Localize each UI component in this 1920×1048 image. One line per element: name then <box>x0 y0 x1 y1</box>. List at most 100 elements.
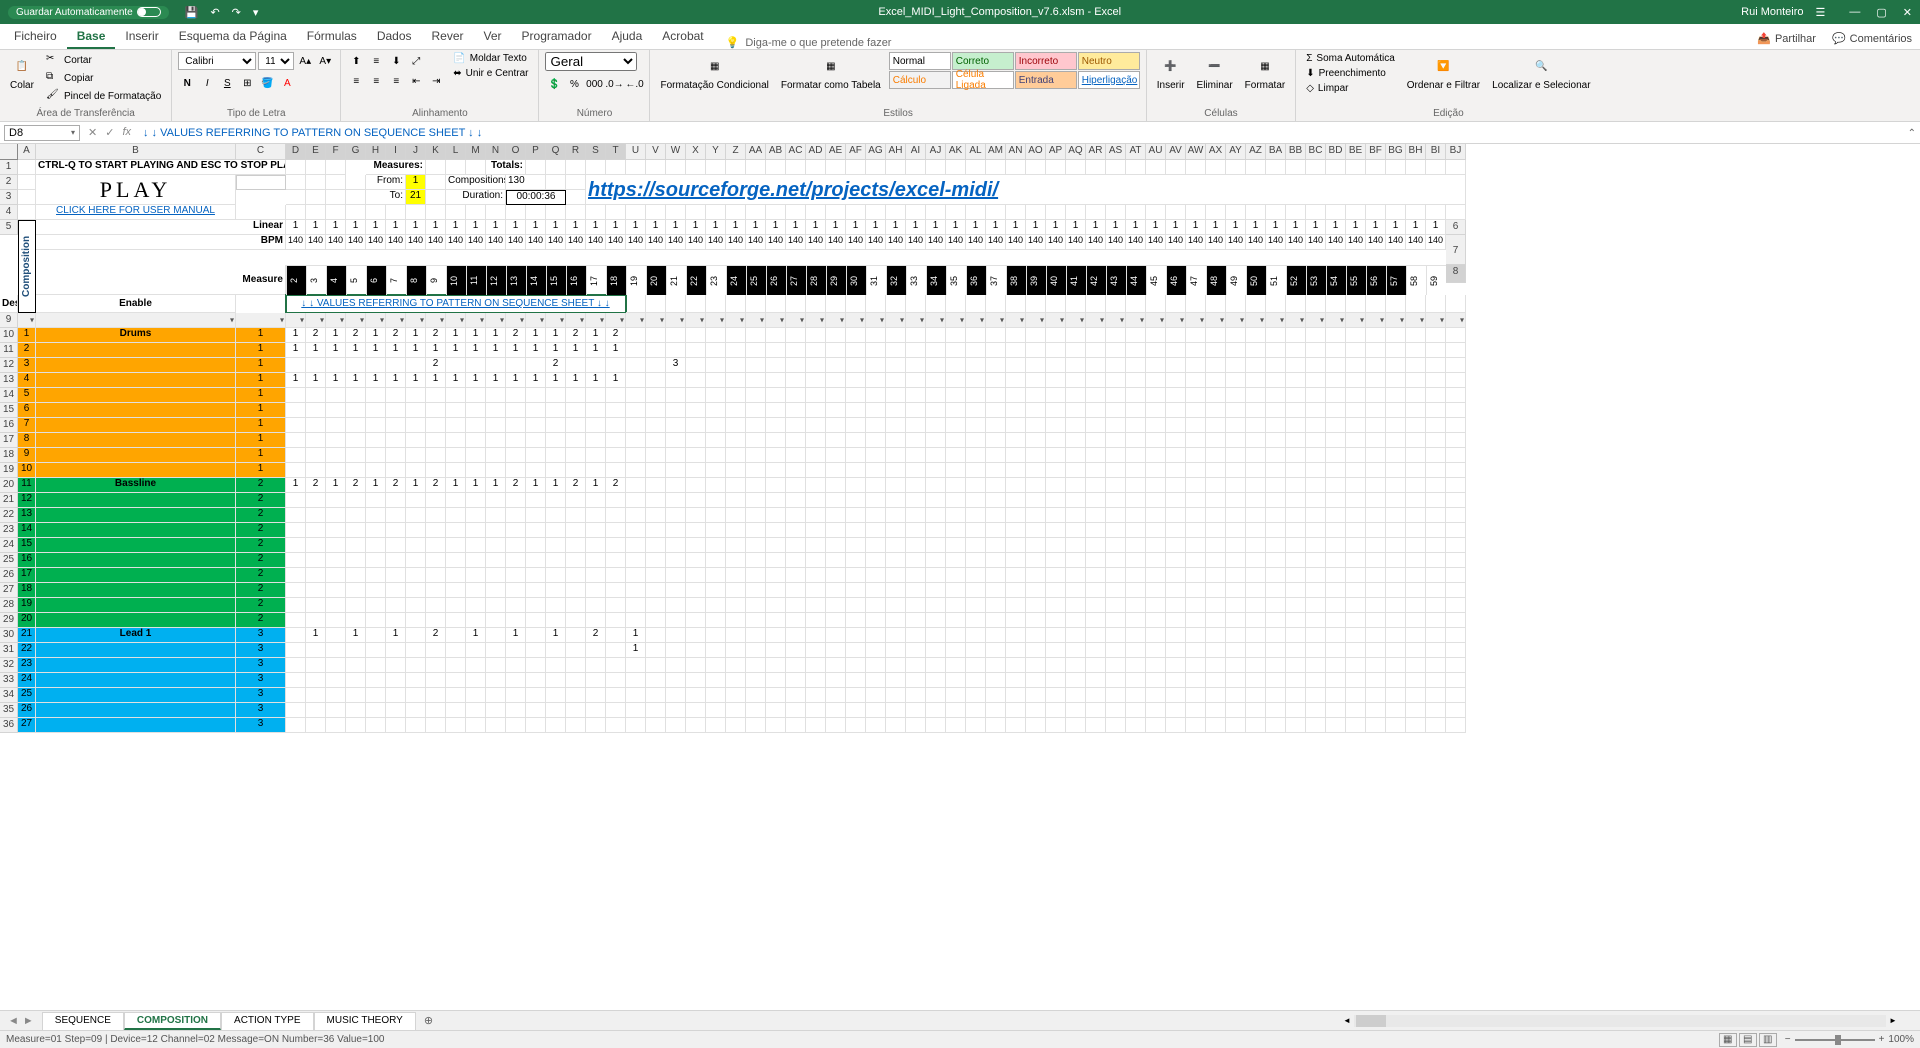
pattern-cell[interactable] <box>1346 673 1366 688</box>
sourceforge-link[interactable]: https://sourceforge.net/projects/excel-m… <box>586 175 1466 205</box>
pattern-cell[interactable] <box>1006 373 1026 388</box>
row-header[interactable]: 25 <box>0 553 18 568</box>
pattern-cell[interactable] <box>866 433 886 448</box>
bpm-value[interactable]: 140 <box>466 235 486 250</box>
pattern-cell[interactable] <box>1426 448 1446 463</box>
pattern-cell[interactable] <box>1326 658 1346 673</box>
pattern-cell[interactable] <box>1346 448 1366 463</box>
pattern-cell[interactable] <box>1406 583 1426 598</box>
pattern-cell[interactable] <box>1146 478 1166 493</box>
column-header[interactable]: AB <box>766 144 786 160</box>
linear-value[interactable]: 1 <box>1166 220 1186 235</box>
cell[interactable] <box>306 205 326 220</box>
measure-number[interactable]: 31 <box>866 265 886 295</box>
pattern-cell[interactable] <box>1346 358 1366 373</box>
pattern-cell[interactable] <box>766 703 786 718</box>
pattern-cell[interactable] <box>946 613 966 628</box>
pattern-cell[interactable] <box>906 583 926 598</box>
filter-button[interactable] <box>1366 313 1386 328</box>
pattern-cell[interactable] <box>1206 538 1226 553</box>
pattern-cell[interactable]: 1 <box>566 343 586 358</box>
pattern-cell[interactable] <box>1326 508 1346 523</box>
pattern-cell[interactable] <box>1306 388 1326 403</box>
cell[interactable] <box>326 190 346 205</box>
pattern-cell[interactable] <box>646 403 666 418</box>
pattern-cell[interactable] <box>1126 418 1146 433</box>
pattern-cell[interactable] <box>1386 433 1406 448</box>
column-header[interactable]: P <box>526 144 546 160</box>
pattern-cell[interactable] <box>1326 328 1346 343</box>
pattern-cell[interactable] <box>1046 598 1066 613</box>
pattern-cell[interactable] <box>1386 568 1406 583</box>
cell[interactable] <box>726 205 746 220</box>
pattern-cell[interactable] <box>1366 523 1386 538</box>
pattern-cell[interactable] <box>466 538 486 553</box>
pattern-cell[interactable] <box>1246 343 1266 358</box>
pattern-cell[interactable] <box>866 538 886 553</box>
cell[interactable] <box>1386 295 1406 313</box>
pattern-cell[interactable] <box>506 658 526 673</box>
pattern-cell[interactable] <box>306 388 326 403</box>
ribbon-tab-acrobat[interactable]: Acrobat <box>652 25 713 49</box>
linear-value[interactable]: 1 <box>1366 220 1386 235</box>
pattern-cell[interactable] <box>406 388 426 403</box>
measure-number[interactable]: 38 <box>1006 265 1026 295</box>
cell[interactable] <box>236 175 286 190</box>
pattern-cell[interactable] <box>566 583 586 598</box>
pattern-cell[interactable]: 1 <box>406 328 426 343</box>
track-enable[interactable]: 3 <box>236 718 286 733</box>
pattern-cell[interactable] <box>726 718 746 733</box>
pattern-cell[interactable] <box>986 448 1006 463</box>
cell[interactable] <box>746 295 766 313</box>
pattern-cell[interactable] <box>726 343 746 358</box>
pattern-cell[interactable] <box>386 538 406 553</box>
bpm-value[interactable]: 140 <box>806 235 826 250</box>
pattern-cell[interactable] <box>866 583 886 598</box>
row-header[interactable]: 11 <box>0 343 18 358</box>
pattern-cell[interactable] <box>1146 373 1166 388</box>
pattern-cell[interactable] <box>1226 328 1246 343</box>
pattern-cell[interactable] <box>986 373 1006 388</box>
cell[interactable] <box>726 295 746 313</box>
pattern-cell[interactable] <box>1186 508 1206 523</box>
pattern-cell[interactable] <box>346 403 366 418</box>
pattern-cell[interactable] <box>486 508 506 523</box>
pattern-cell[interactable] <box>1046 508 1066 523</box>
linear-value[interactable]: 1 <box>1266 220 1286 235</box>
pattern-cell[interactable] <box>1306 568 1326 583</box>
pattern-cell[interactable] <box>1126 358 1146 373</box>
pattern-cell[interactable] <box>326 628 346 643</box>
pattern-cell[interactable] <box>286 553 306 568</box>
comments-button[interactable]: 💬 Comentários <box>1824 28 1920 49</box>
measure-number[interactable]: 9 <box>426 265 446 295</box>
pattern-cell[interactable] <box>1086 448 1106 463</box>
filter-button[interactable] <box>1026 313 1046 328</box>
pattern-cell[interactable] <box>446 493 466 508</box>
pattern-cell[interactable] <box>666 718 686 733</box>
decrease-font-button[interactable]: A▾ <box>316 52 334 70</box>
pattern-cell[interactable]: 2 <box>506 328 526 343</box>
pattern-cell[interactable] <box>1266 418 1286 433</box>
pattern-cell[interactable] <box>1366 553 1386 568</box>
pattern-cell[interactable]: 1 <box>546 343 566 358</box>
cell[interactable] <box>566 205 586 220</box>
pattern-cell[interactable] <box>346 523 366 538</box>
pattern-cell[interactable] <box>646 523 666 538</box>
linear-value[interactable]: 1 <box>966 220 986 235</box>
cell[interactable] <box>826 160 846 175</box>
linear-value[interactable]: 1 <box>426 220 446 235</box>
pattern-cell[interactable] <box>426 538 446 553</box>
cell[interactable] <box>566 160 586 175</box>
pattern-cell[interactable] <box>1426 523 1446 538</box>
pattern-cell[interactable] <box>1446 463 1466 478</box>
font-name-select[interactable]: Calibri <box>178 52 256 70</box>
column-header[interactable]: AE <box>826 144 846 160</box>
pattern-cell[interactable] <box>626 463 646 478</box>
pattern-cell[interactable] <box>1326 598 1346 613</box>
column-header[interactable]: AX <box>1206 144 1226 160</box>
pattern-cell[interactable] <box>406 613 426 628</box>
pattern-cell[interactable] <box>766 508 786 523</box>
pattern-cell[interactable] <box>1326 388 1346 403</box>
pattern-cell[interactable] <box>1246 523 1266 538</box>
bpm-value[interactable]: 140 <box>746 235 766 250</box>
